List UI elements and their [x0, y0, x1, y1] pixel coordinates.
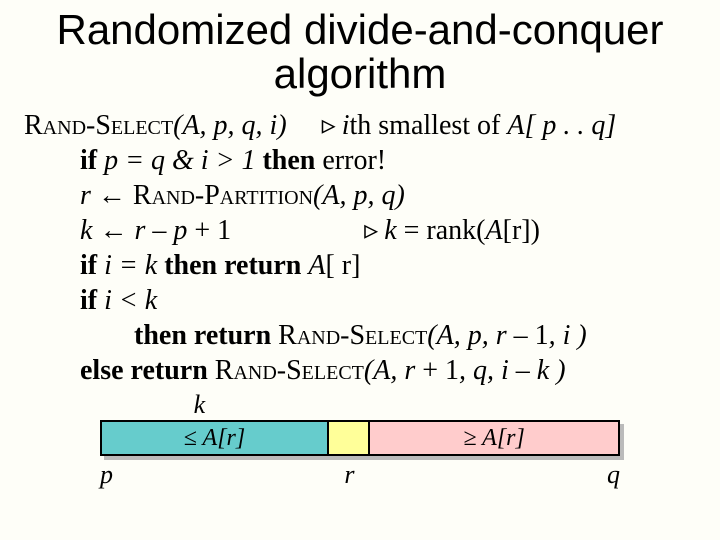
- comment-rank: k = rank(A[r]): [364, 215, 540, 246]
- kw-if-2: if: [80, 250, 97, 281]
- kw-if-3: if: [80, 285, 97, 316]
- var-k: k: [80, 215, 99, 246]
- line-if-lt: if i < k: [24, 283, 704, 318]
- arrow-2: ←: [99, 215, 134, 246]
- signature-line: Rand-Select(A, p, q, i) ith smallest of …: [24, 108, 704, 143]
- cond-1: p = q & i > 1: [97, 145, 262, 176]
- fn-select-1: Rand-Select: [278, 320, 427, 351]
- args: (A, p, q, i): [173, 110, 287, 141]
- kw-then-return-2: then return: [134, 320, 278, 351]
- line-else-recurse: else return Rand-Select(A, r + 1, q, i –…: [24, 353, 704, 388]
- comment-eq: = rank(: [404, 215, 486, 246]
- r-label: r: [344, 460, 354, 490]
- comment-arr-2: A: [486, 215, 503, 246]
- expr-rp: r – p: [134, 215, 194, 246]
- kw-else-return: else return: [80, 355, 215, 386]
- fn-partition: Rand-Partition: [133, 180, 313, 211]
- title-line-2: algorithm: [274, 50, 447, 97]
- paren-close: ): [277, 110, 286, 141]
- fn-name: Rand-Select: [24, 110, 173, 141]
- line-partition: r ← Rand-Partition(A, p, q): [24, 178, 704, 213]
- cond-3: i < k: [97, 285, 157, 316]
- title-line-1: Randomized divide-and-conquer: [56, 6, 663, 53]
- recurse-args-2b: , q, i – k ): [459, 355, 566, 386]
- comment-arr: A: [507, 110, 524, 141]
- pseudocode-block: Rand-Select(A, p, q, i) ith smallest of …: [0, 108, 720, 388]
- return-arr: A: [308, 250, 325, 281]
- segment-geq: ≥ A[r]: [370, 422, 618, 454]
- partition-args: (A, p, q): [313, 180, 405, 211]
- recurse-args-1b: , i ): [549, 320, 587, 351]
- var-r: r: [80, 180, 98, 211]
- segment-leq: ≤ A[r]: [102, 422, 329, 454]
- arrow-1: ←: [98, 180, 133, 211]
- array-bar: ≤ A[r] ≥ A[r]: [100, 420, 620, 456]
- line-then-recurse: then return Rand-Select(A, p, r – 1, i ): [24, 318, 704, 353]
- recurse-args-2a: (A, r: [364, 355, 422, 386]
- cond-2: i = k: [97, 250, 164, 281]
- comment-idx-2: [r]): [503, 215, 540, 246]
- fn-select-2: Rand-Select: [215, 355, 364, 386]
- line-if-error: if p = q & i > 1 then error!: [24, 143, 704, 178]
- slide-title: Randomized divide-and-conquer algorithm: [0, 0, 720, 108]
- recurse-plus: + 1: [422, 355, 459, 386]
- comment-k: k: [384, 215, 403, 246]
- arg-list: A, p, q, i: [182, 110, 277, 141]
- comment-ith: ith smallest of A[ p . . q]: [322, 110, 617, 141]
- p-label: p: [100, 460, 113, 490]
- segment-pivot: [329, 422, 370, 454]
- comment-text: th smallest of: [350, 110, 508, 141]
- recurse-one: 1: [535, 320, 549, 351]
- kw-if: if: [80, 145, 97, 176]
- plus-one: + 1: [194, 215, 231, 246]
- return-idx: [ r]: [325, 250, 360, 281]
- partition-diagram: k ≤ A[r] ≥ A[r] p r q: [100, 420, 620, 456]
- comment-idx: [ p . . q]: [524, 110, 616, 141]
- kw-then: then: [262, 145, 322, 176]
- q-label: q: [607, 460, 620, 490]
- line-if-eq: if i = k then return A[ r]: [24, 248, 704, 283]
- error-text: error!: [322, 145, 386, 176]
- line-k: k ← r – p + 1 k = rank(A[r]): [24, 213, 704, 248]
- recurse-args-1a: (A, p, r –: [427, 320, 534, 351]
- comment-i: i: [342, 110, 350, 141]
- k-label: k: [194, 390, 206, 420]
- kw-then-return: then return: [164, 250, 308, 281]
